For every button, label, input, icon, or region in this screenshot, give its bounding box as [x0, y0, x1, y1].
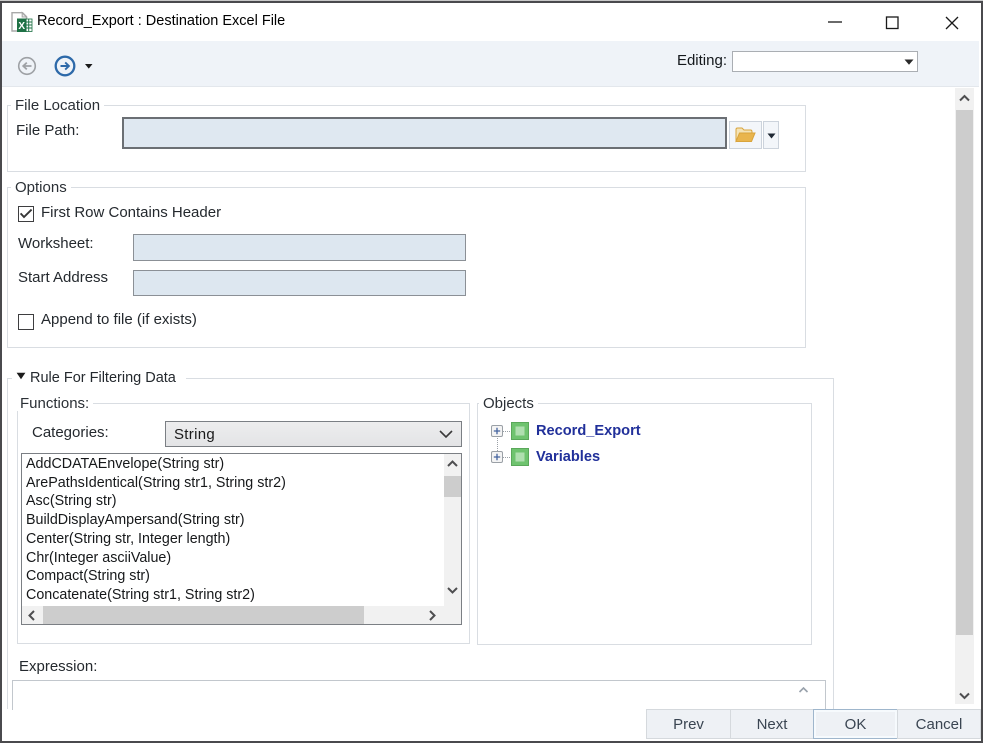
svg-text:X: X: [18, 21, 25, 32]
